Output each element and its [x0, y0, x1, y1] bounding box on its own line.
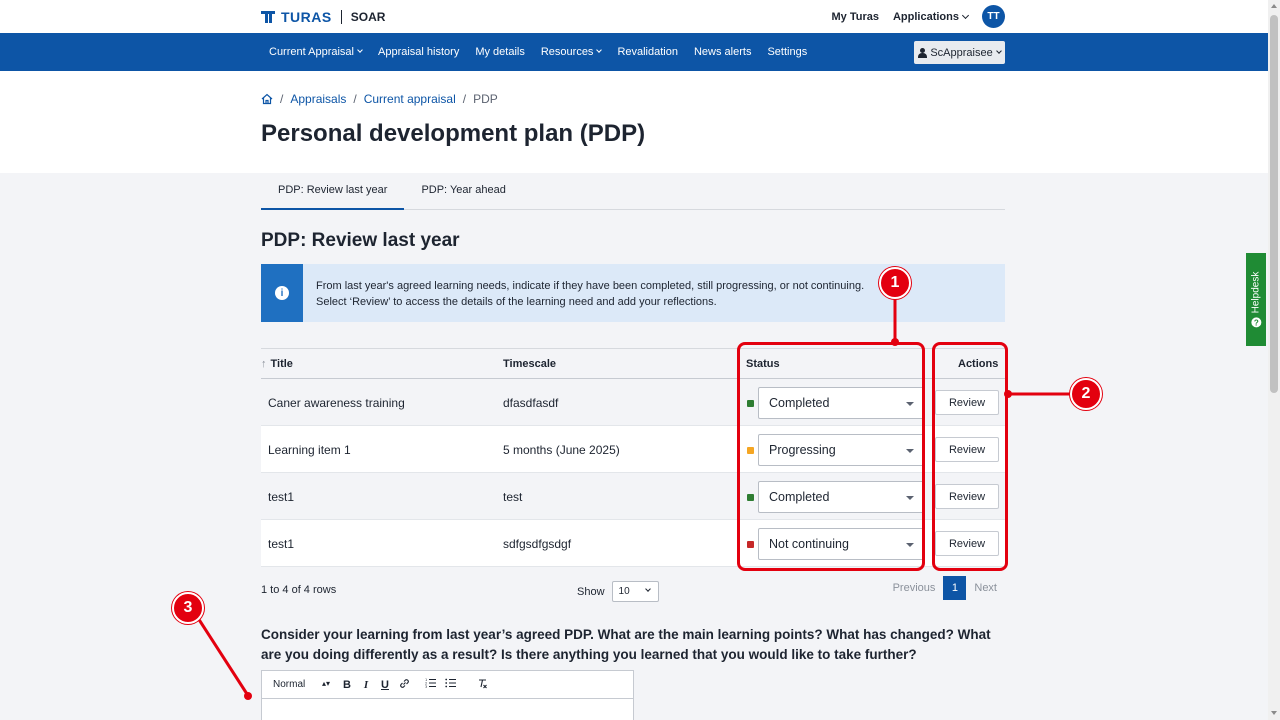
- annotation-box-actions: [932, 342, 1008, 571]
- info-text: From last year's agreed learning needs, …: [316, 278, 864, 310]
- editor-toolbar: Normal ▴▾ B I U 123: [262, 671, 633, 699]
- chevron-down-icon: [596, 47, 603, 53]
- tab-review-last-year[interactable]: PDP: Review last year: [261, 173, 405, 210]
- show-label: Show: [577, 585, 605, 598]
- top-bar: TURAS SOAR My Turas Applications TT: [0, 0, 1268, 33]
- page-scrollbar[interactable]: [1268, 0, 1280, 720]
- breadcrumb-current-appraisal[interactable]: Current appraisal: [364, 92, 456, 106]
- user-icon: [918, 47, 928, 58]
- user-name: ScAppraisee: [930, 46, 993, 59]
- home-icon[interactable]: [261, 93, 273, 105]
- bullet-list-icon[interactable]: [445, 678, 456, 691]
- info-banner-side: i: [261, 264, 303, 322]
- ordered-list-icon[interactable]: 123: [425, 678, 436, 691]
- avatar[interactable]: TT: [982, 5, 1005, 28]
- scroll-up-icon[interactable]: [1271, 4, 1277, 8]
- breadcrumb-separator: /: [462, 92, 467, 106]
- nav-label: Resources: [540, 46, 594, 58]
- annotation-badge-2: 2: [1070, 378, 1102, 410]
- chevron-down-icon: [357, 47, 363, 53]
- table-footer: 1 to 4 of 4 rows Show 10 Previous 1 Next: [261, 575, 1005, 605]
- page-header: / Appraisals / Current appraisal / PDP P…: [0, 71, 1268, 173]
- breadcrumb-separator: /: [353, 92, 357, 106]
- link-icon[interactable]: [399, 678, 410, 692]
- applications-label: Applications: [892, 10, 959, 23]
- clear-format-icon[interactable]: [477, 678, 488, 692]
- breadcrumb-appraisals[interactable]: Appraisals: [290, 92, 346, 106]
- tab-year-ahead[interactable]: PDP: Year ahead: [404, 173, 522, 210]
- nav-label: Current Appraisal: [269, 46, 354, 58]
- turas-logo-icon: [261, 11, 275, 23]
- row-title: Learning item 1: [268, 443, 351, 457]
- row-title: test1: [268, 490, 295, 504]
- helpdesk-tab[interactable]: ? Helpdesk: [1246, 253, 1266, 346]
- column-header-title[interactable]: ↑ Title: [261, 358, 293, 370]
- nav-current-appraisal[interactable]: Current Appraisal: [261, 46, 370, 58]
- page-size-select[interactable]: 10: [611, 581, 659, 602]
- nav-my-details[interactable]: My details: [467, 46, 533, 58]
- breadcrumb: / Appraisals / Current appraisal / PDP: [261, 92, 498, 106]
- scroll-down-icon[interactable]: [1271, 711, 1277, 715]
- annotation-box-status: [737, 342, 925, 571]
- annotation-badge-3: 3: [172, 592, 204, 624]
- page-size-value: 10: [618, 586, 630, 597]
- breadcrumb-current: PDP: [473, 92, 498, 106]
- row-title: test1: [268, 537, 295, 551]
- row-timescale: sdfgsdfgsdgf: [503, 537, 572, 551]
- nav-resources[interactable]: Resources: [533, 46, 610, 58]
- chevron-down-icon: [995, 47, 1002, 54]
- next-page-button[interactable]: Next: [966, 582, 1005, 594]
- top-right-menu: My Turas Applications TT: [832, 5, 1005, 28]
- underline-button[interactable]: U: [380, 679, 390, 691]
- sort-arrow-icon: ↑: [261, 358, 267, 370]
- page-size: Show 10: [577, 581, 659, 602]
- chevron-down-icon: [961, 11, 970, 19]
- user-menu-button[interactable]: ScAppraisee: [914, 41, 1005, 64]
- rows-count: 1 to 4 of 4 rows: [261, 584, 337, 596]
- row-timescale: test: [503, 490, 523, 504]
- logo-separator: [340, 10, 342, 24]
- logo-sub: SOAR: [350, 10, 386, 24]
- pagination: Previous 1 Next: [885, 576, 1005, 600]
- column-header-timescale[interactable]: Timescale: [503, 358, 556, 370]
- bold-button[interactable]: B: [342, 679, 352, 691]
- nav-appraisal-history[interactable]: Appraisal history: [370, 46, 467, 58]
- nav-settings[interactable]: Settings: [759, 46, 815, 58]
- breadcrumb-separator: /: [280, 92, 284, 106]
- nav-news-alerts[interactable]: News alerts: [686, 46, 759, 58]
- info-icon: i: [275, 286, 289, 300]
- section-title: PDP: Review last year: [261, 230, 460, 251]
- annotation-badge-1: 1: [879, 267, 911, 299]
- helpdesk-label: Helpdesk: [1250, 271, 1262, 314]
- chevron-down-icon: [644, 586, 651, 592]
- applications-menu[interactable]: Applications: [892, 10, 970, 23]
- reflection-editor[interactable]: Normal ▴▾ B I U 123: [261, 670, 634, 720]
- my-turas-link[interactable]: My Turas: [832, 11, 879, 23]
- page-title: Personal development plan (PDP): [261, 120, 646, 147]
- info-line-2: Select ‘Review’ to access the details of…: [316, 296, 717, 308]
- row-timescale: dfasdfasdf: [503, 396, 559, 410]
- reflection-question: Consider your learning from last year’s …: [261, 627, 991, 662]
- italic-button[interactable]: I: [361, 679, 371, 691]
- page-1-button[interactable]: 1: [943, 576, 967, 600]
- updown-icon: ▴▾: [321, 679, 330, 688]
- turas-logo[interactable]: TURAS SOAR: [261, 9, 385, 25]
- nav-revalidation[interactable]: Revalidation: [609, 46, 686, 58]
- question-icon: ?: [1251, 317, 1262, 328]
- svg-text:3: 3: [425, 685, 427, 688]
- row-title: Caner awareness training: [268, 396, 405, 410]
- previous-page-button[interactable]: Previous: [885, 582, 944, 594]
- scroll-thumb[interactable]: [1270, 15, 1278, 393]
- format-value: Normal: [273, 679, 306, 690]
- row-timescale: 5 months (June 2025): [503, 443, 620, 457]
- format-select[interactable]: Normal ▴▾: [273, 679, 333, 690]
- info-line-1: From last year's agreed learning needs, …: [316, 280, 865, 292]
- column-title-label: Title: [270, 358, 293, 370]
- main-nav: Current Appraisal Appraisal history My d…: [0, 33, 1268, 71]
- logo-text: TURAS: [281, 9, 332, 25]
- pdp-tabs: PDP: Review last year PDP: Year ahead: [261, 173, 1005, 210]
